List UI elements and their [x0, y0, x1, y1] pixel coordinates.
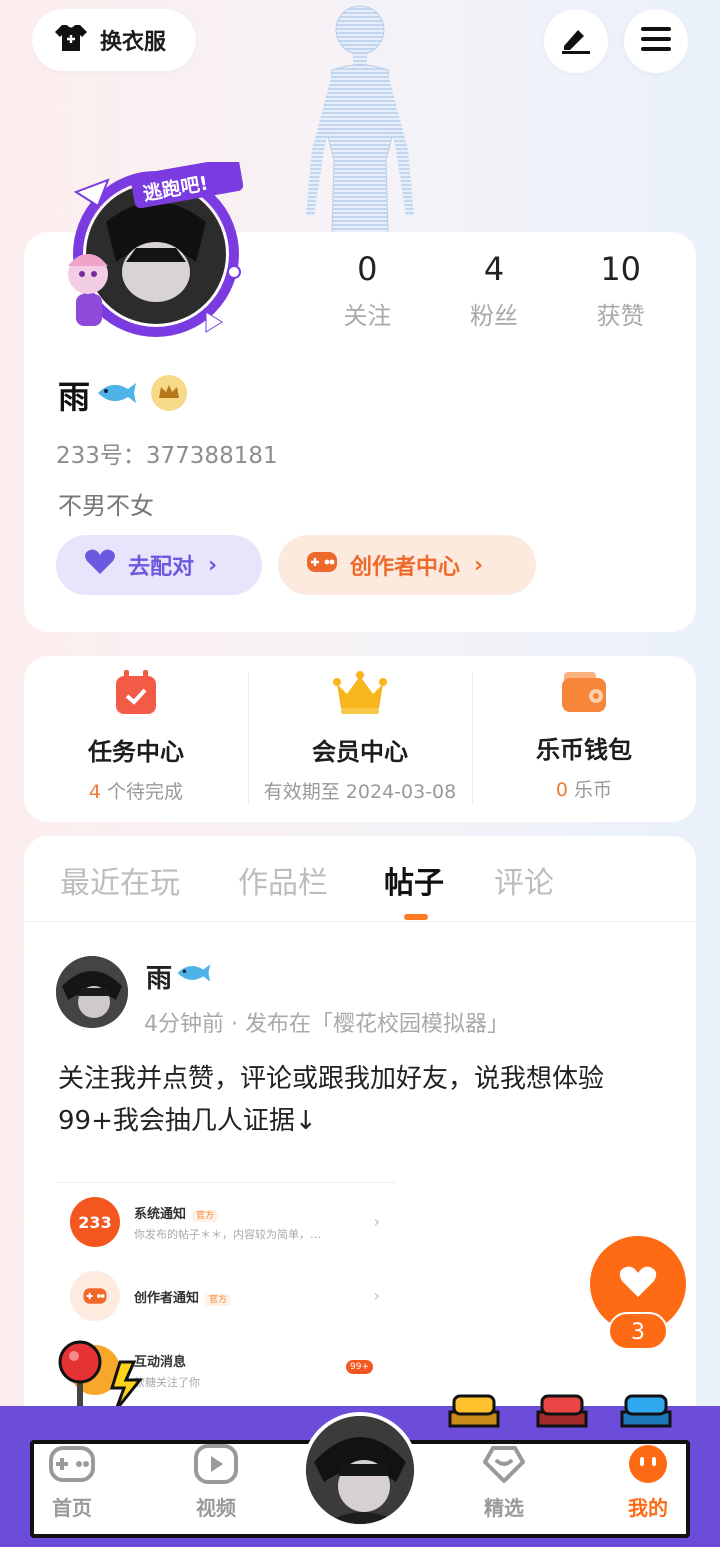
tab-recently-played[interactable]: 最近在玩 — [60, 858, 180, 902]
service-subtitle: 4 个待完成 — [88, 781, 184, 803]
heart-icon — [618, 1265, 658, 1303]
service-title: 乐币钱包 — [536, 736, 632, 764]
edit-button[interactable] — [544, 9, 608, 73]
creator-center-button[interactable]: 创作者中心 › — [278, 535, 536, 595]
gamepad-icon — [70, 1271, 120, 1321]
tab-posts[interactable]: 帖子 — [384, 858, 444, 902]
nav-label: 精选 — [484, 1496, 524, 1520]
play-icon — [193, 1444, 239, 1488]
post-author-row: 雨 — [146, 958, 212, 995]
profile-name: 雨 — [58, 378, 91, 416]
tab-comments[interactable]: 评论 — [494, 858, 554, 902]
match-label: 去配对 — [128, 555, 195, 580]
chevron-right-icon: › — [474, 552, 484, 578]
chevron-right-icon: › — [373, 1286, 380, 1305]
stat-value: 4 — [483, 250, 505, 288]
wallet-icon — [560, 670, 608, 718]
task-center[interactable]: 任务中心 4 个待完成 — [24, 656, 248, 822]
menu-button[interactable] — [624, 9, 688, 73]
post-author-avatar[interactable] — [56, 956, 128, 1028]
chevron-right-icon: › — [208, 552, 218, 578]
chevron-right-icon: › — [373, 1212, 380, 1231]
creator-center-label: 创作者中心 — [350, 555, 461, 580]
post-meta: 4分钟前 · 发布在「樱花校园模拟器」 — [144, 1012, 509, 1037]
crown-badge-icon[interactable] — [150, 374, 188, 416]
heart-diamond-icon — [481, 1444, 527, 1488]
nav-mine[interactable]: 我的 — [608, 1444, 688, 1521]
pen-icon — [560, 24, 592, 58]
outfit-button[interactable]: 换衣服 — [32, 9, 196, 71]
post-author-name[interactable]: 雨 — [146, 958, 172, 995]
coin-wallet[interactable]: 乐币钱包 0 乐币 — [472, 656, 696, 822]
profile-card: 逃跑吧! 0 关注 4 粉丝 10 获赞 雨 233号：377388181 不男… — [24, 157, 696, 632]
yellow-arcade-button-icon — [448, 1394, 500, 1428]
outfit-label: 换衣服 — [100, 30, 167, 55]
profile-tabs: 最近在玩 作品栏 帖子 评论 — [24, 836, 696, 922]
stat-likes[interactable]: 10 获赞 — [557, 250, 684, 331]
fish-icon — [174, 961, 212, 992]
stat-value: 10 — [600, 250, 642, 288]
nav-home[interactable]: 首页 — [32, 1444, 112, 1521]
service-title: 任务中心 — [88, 738, 184, 766]
service-subtitle: 有效期至 2024-03-08 — [263, 781, 457, 803]
tshirt-icon — [54, 23, 88, 57]
service-title: 会员中心 — [312, 738, 408, 766]
profile-name-row: 雨 — [58, 372, 188, 418]
nav-label: 视频 — [196, 1496, 236, 1520]
calendar-check-icon — [114, 670, 158, 720]
like-count: 3 — [608, 1312, 668, 1350]
vip-center[interactable]: 会员中心 有效期至 2024-03-08 — [248, 656, 472, 822]
bottom-nav: 首页 视频 精选 我的 — [0, 1394, 720, 1547]
menu-icon — [641, 26, 671, 56]
image-row: 233 系统通知 官方 你发布的帖子＊＊，内容较为简单，… › — [70, 1192, 380, 1252]
profile-avatar[interactable]: 逃跑吧! — [46, 157, 246, 362]
nav-video[interactable]: 视频 — [176, 1444, 256, 1521]
red-arcade-button-icon — [536, 1394, 588, 1428]
heart-icon — [84, 549, 116, 581]
stat-label: 粉丝 — [470, 302, 518, 330]
user-bio: 不男不女 — [58, 492, 154, 520]
active-tab-indicator — [404, 914, 428, 920]
image-row: 创作者通知 官方 › — [70, 1266, 380, 1326]
face-icon — [625, 1444, 671, 1488]
hologram-avatar-figure[interactable] — [290, 0, 430, 236]
tab-works[interactable]: 作品栏 — [238, 858, 328, 902]
nav-center-avatar[interactable] — [302, 1412, 418, 1528]
stat-followers[interactable]: 4 粉丝 — [431, 250, 558, 331]
services-card: 任务中心 4 个待完成 会员中心 有效期至 2024-03-08 乐币钱包 0 … — [24, 656, 696, 822]
blue-arcade-button-icon — [620, 1394, 672, 1428]
service-subtitle: 0 乐币 — [555, 779, 613, 801]
stat-value: 0 — [357, 250, 378, 288]
post-text: 关注我并点赞，评论或跟我加好友，说我想体验99+我会抽几人证据↓ — [58, 1064, 605, 1136]
gamepad-icon — [49, 1444, 95, 1488]
gamepad-icon — [306, 549, 338, 581]
fish-icon — [94, 379, 138, 411]
match-button[interactable]: 去配对 › — [56, 535, 262, 595]
stat-following[interactable]: 0 关注 — [304, 250, 431, 331]
system-notice-icon: 233 — [70, 1197, 120, 1247]
user-id: 233号：377388181 — [56, 443, 278, 469]
stat-label: 关注 — [343, 302, 392, 330]
profile-stats: 0 关注 4 粉丝 10 获赞 — [304, 250, 684, 331]
crown-icon — [333, 670, 387, 720]
nav-label: 我的 — [628, 1496, 668, 1520]
stat-label: 获赞 — [596, 302, 645, 330]
unread-badge: 99+ — [346, 1360, 373, 1374]
nav-label: 首页 — [52, 1496, 92, 1520]
nav-featured[interactable]: 精选 — [464, 1444, 544, 1521]
